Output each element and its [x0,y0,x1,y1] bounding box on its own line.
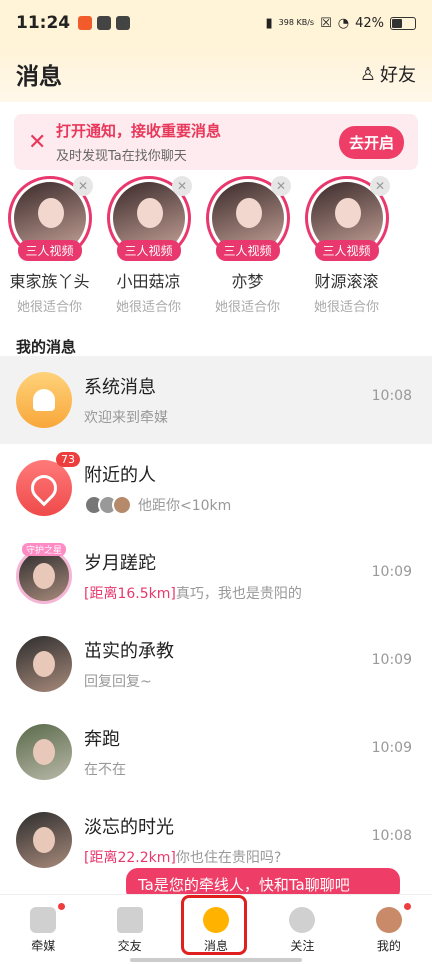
video-tag: 三人视频 [215,240,280,261]
recommend-name: 财源滚滚 [314,272,379,291]
section-title: 我的消息 [16,338,77,356]
recommend-sub: 她很适合你 [115,300,181,315]
tab-me[interactable]: 我的 [346,895,432,964]
avatar[interactable] [16,636,72,692]
message-preview: 在不在 [84,762,126,778]
guardian-badge: 守护之星 [21,543,67,556]
no-sim-icon: ☒ [320,15,332,31]
message-preview: 欢迎来到牵媒 [84,410,168,426]
notice-subtitle: 及时发现Ta在找你聊天 [56,149,187,164]
message-time: 10:08 [371,388,412,404]
battery-icon [390,16,416,30]
recommend-card[interactable]: 三人视频 ✕ 小田菇凉 她很适合你 [99,176,198,324]
message-preview: 你也住在贵阳吗? [175,850,282,866]
message-name: 系统消息 [84,377,156,398]
message-preview: 他距你<10km [138,498,232,514]
recommend-card[interactable]: 三人视频 ✕ 東家族丫头 她很适合你 [0,176,99,324]
home-indicator [130,958,302,962]
avatar[interactable]: 守护之星 [16,543,72,604]
notice-title: 打开通知，接收重要消息 [56,122,222,140]
tab-follow[interactable]: 关注 [259,895,345,964]
page-title: 消息 [16,64,62,90]
net-speed: 398 KB/s [278,18,315,27]
recommend-name: 亦梦 [231,272,264,291]
close-icon[interactable]: ✕ [73,176,93,196]
unread-badge: 73 [56,452,80,467]
tab-qianmei[interactable]: 牵媒 [0,895,86,964]
message-name: 淡忘的时光 [84,817,174,838]
avatar [375,907,402,933]
enable-notification-button[interactable]: 去开启 [338,125,404,159]
recommend-sub: 她很适合你 [16,300,82,315]
vibrate-icon: ▮ [265,15,273,31]
home-icon [30,907,57,933]
close-icon[interactable]: ✕ [271,176,291,196]
avatar[interactable] [16,812,72,868]
battery-percent: 42% [355,15,384,31]
recommend-sub: 她很适合你 [313,300,379,315]
location-pin-icon: 73 [16,452,80,516]
message-row[interactable]: 茁实的承教 回复回复~ 10:09 [0,620,432,708]
tab-friends[interactable]: 交友 [86,895,172,964]
message-time: 10:08 [371,828,412,844]
status-time: 11:24 [16,13,71,33]
message-preview: 真巧，我也是贵阳的 [175,586,302,602]
status-bar: 11:24 ▮ 398 KB/s ☒ ◔ 42% [0,0,432,46]
bell-icon [16,372,72,428]
close-icon[interactable]: ✕ [28,130,56,155]
message-name: 奔跑 [84,729,120,750]
recommend-card[interactable]: 三人视频 ✕ 亦梦 她很适合你 [198,176,297,324]
message-time: 10:09 [371,740,412,756]
eyes-icon [289,907,316,933]
message-preview: 回复回复~ [84,674,152,690]
close-icon[interactable]: ✕ [172,176,192,196]
video-icon [116,907,143,933]
distance-tag: [距离16.5km] [84,586,176,602]
recommend-name: 東家族丫头 [9,272,90,291]
message-list: 系统消息 欢迎来到牵媒 10:08 73 附近的人 他距你<10km 守护之星 … [0,356,432,884]
message-row[interactable]: 守护之星 岁月蹉跎 [距离16.5km] 真巧，我也是贵阳的 10:09 [0,532,432,620]
friends-button[interactable]: ♙ 好友 [360,61,416,87]
page-header: 消息 ♙ 好友 [0,46,432,102]
video-tag: 三人视频 [314,240,379,261]
avatar[interactable] [16,724,72,780]
notification-dot [58,903,65,910]
recommend-name: 小田菇凉 [116,272,181,291]
message-row-nearby[interactable]: 73 附近的人 他距你<10km [0,444,432,532]
app-notification-icon [78,16,93,30]
chat-notification-icon [97,16,112,30]
wifi-icon: ◔ [337,15,350,31]
recommend-list: 三人视频 ✕ 東家族丫头 她很适合你 三人视频 ✕ 小田菇凉 她很适合你 三人视… [0,176,432,324]
avatar [112,495,132,515]
notification-dot [403,903,411,910]
highlight-box [181,895,247,955]
notification-banner: ✕ 打开通知，接收重要消息 及时发现Ta在找你聊天 去开启 [14,114,418,170]
user-icon: ♙ [359,63,376,85]
message-name: 附近的人 [84,465,156,486]
video-tag: 三人视频 [17,240,82,261]
recommend-sub: 她很适合你 [214,300,280,315]
message-row[interactable]: 奔跑 在不在 10:09 [0,708,432,796]
message-time: 10:09 [371,564,412,580]
distance-tag: [距离22.2km] [84,850,176,866]
close-icon[interactable]: ✕ [370,176,390,196]
message-name: 茁实的承教 [84,641,174,662]
link-notification-icon [116,16,131,30]
message-time: 10:09 [371,652,412,668]
video-tag: 三人视频 [116,240,181,261]
message-row-system[interactable]: 系统消息 欢迎来到牵媒 10:08 [0,356,432,444]
recommend-card[interactable]: 三人视频 ✕ 财源滚滚 她很适合你 [297,176,396,324]
message-name: 岁月蹉跎 [84,553,156,574]
